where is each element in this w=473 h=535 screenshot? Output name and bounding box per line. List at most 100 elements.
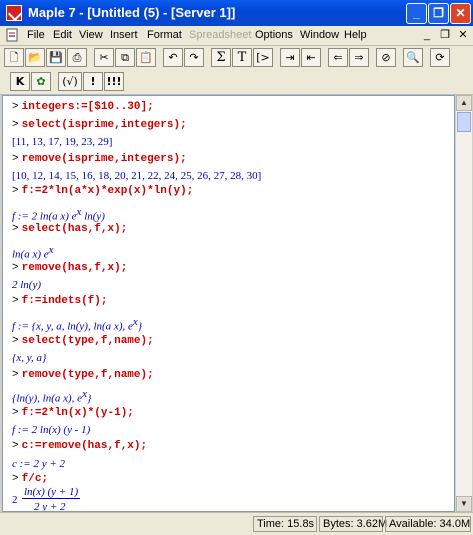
output-superscript: x — [48, 244, 54, 256]
prompt: > — [12, 369, 19, 381]
input-text[interactable]: remove(isprime,integers); — [22, 153, 187, 165]
input-line[interactable]: > f:=2*ln(a*x)*exp(x)*ln(y); — [12, 184, 193, 197]
menu-options[interactable]: Options — [255, 29, 293, 41]
cut-icon[interactable]: ✂ — [94, 48, 114, 67]
input-line[interactable]: > f:=indets(f); — [12, 294, 108, 307]
menu-view[interactable]: View — [79, 29, 103, 41]
input-text[interactable]: integers:=[$10..30]; — [22, 101, 154, 113]
prompt: > — [12, 335, 19, 347]
input-line[interactable]: > select(isprime,integers); — [12, 118, 187, 131]
output-line: f := 2 ln(a x) ex ln(y) — [12, 206, 105, 223]
input-line[interactable]: > f:=2*ln(x)*(y-1); — [12, 406, 134, 419]
forward-arrow-icon[interactable]: ⇒ — [349, 48, 369, 67]
output-line: {ln(y), ln(a x), ex} — [12, 388, 91, 405]
menu-window[interactable]: Window — [300, 29, 339, 41]
mdi-minimize-icon[interactable]: _ — [420, 28, 434, 42]
vertical-scrollbar[interactable]: ▲ ▼ — [455, 95, 472, 512]
k-button[interactable]: K — [10, 72, 30, 91]
output-text: f := 2 ln(x) (y - 1) — [12, 424, 91, 436]
new-file-icon[interactable]: 🗋 — [4, 48, 24, 67]
restore-button[interactable]: ❐ — [428, 3, 449, 24]
redo-icon[interactable]: ↷ — [184, 48, 204, 67]
input-text[interactable]: select(type,f,name); — [22, 335, 154, 347]
menu-format[interactable]: Format — [147, 29, 182, 41]
back-arrow-icon[interactable]: ⇐ — [328, 48, 348, 67]
input-line[interactable]: > remove(type,f,name); — [12, 368, 154, 381]
open-file-icon[interactable]: 📂 — [25, 48, 45, 67]
input-text[interactable]: f:=indets(f); — [22, 295, 108, 307]
output-line: ln(a x) ex — [12, 244, 54, 261]
maple-logo-icon — [6, 5, 22, 21]
output-text: {x, y, a} — [12, 352, 47, 364]
input-line[interactable]: > f/c; — [12, 472, 48, 485]
mdi-close-icon[interactable]: ✕ — [456, 28, 470, 42]
scroll-up-icon[interactable]: ▲ — [456, 95, 472, 111]
input-text[interactable]: remove(type,f,name); — [22, 369, 154, 381]
input-line[interactable]: > c:=remove(has,f,x); — [12, 439, 147, 452]
input-line[interactable]: > select(has,f,x); — [12, 222, 127, 235]
output-line: c := 2 y + 2 — [12, 458, 65, 470]
input-text[interactable]: select(has,f,x); — [22, 223, 128, 235]
menu-edit[interactable]: Edit — [53, 29, 72, 41]
save-icon[interactable]: 💾 — [46, 48, 66, 67]
stop-icon[interactable]: ⊘ — [376, 48, 396, 67]
input-line[interactable]: > integers:=[$10..30]; — [12, 100, 154, 113]
output-text: f := 2 ln(a x) e — [12, 210, 77, 223]
close-button[interactable]: ✕ — [450, 3, 471, 24]
undo-icon[interactable]: ↶ — [163, 48, 183, 67]
input-text[interactable]: c:=remove(has,f,x); — [22, 440, 147, 452]
sum-icon[interactable]: Σ — [211, 48, 231, 67]
output-tail: ln(y) — [81, 210, 105, 223]
input-line[interactable]: > select(type,f,name); — [12, 334, 154, 347]
print-icon[interactable]: ⎙ — [67, 48, 87, 67]
output-line: [10, 12, 14, 15, 16, 18, 20, 21, 22, 24,… — [12, 170, 261, 182]
text-icon[interactable]: T — [232, 48, 252, 67]
scroll-thumb[interactable] — [457, 112, 471, 132]
status-bytes: Bytes: 3.62M — [319, 516, 387, 532]
zoom-icon[interactable]: 🔍 — [403, 48, 423, 67]
worksheet[interactable]: > integers:=[$10..30]; > select(isprime,… — [2, 95, 455, 512]
input-text[interactable]: f:=2*ln(a*x)*exp(x)*ln(y); — [22, 185, 194, 197]
main-toolbar: 🗋 📂 💾 ⎙ ✂ ⧉ 📋 ↶ ↷ Σ T [> ⇥ ⇤ ⇐ ⇒ ⊘ 🔍 ⟳ — [0, 46, 473, 71]
output-tail: } — [137, 320, 143, 333]
menu-spreadsheet: Spreadsheet — [189, 29, 252, 41]
outdent-icon[interactable]: ⇤ — [301, 48, 321, 67]
paren-button[interactable]: (√) — [58, 72, 82, 91]
maple-leaf-icon[interactable]: ✿ — [31, 72, 51, 91]
title-bar: Maple 7 - [Untitled (5) - [Server 1]] _ … — [0, 0, 473, 26]
menu-insert[interactable]: Insert — [110, 29, 138, 41]
status-bar: Time: 15.8s Bytes: 3.62M Available: 34.0… — [0, 512, 473, 535]
menu-file[interactable]: File — [27, 29, 45, 41]
document-icon[interactable] — [5, 28, 19, 42]
input-line[interactable]: > remove(has,f,x); — [12, 261, 127, 274]
indent-icon[interactable]: ⇥ — [280, 48, 300, 67]
prompt: > — [12, 153, 19, 165]
copy-icon[interactable]: ⧉ — [115, 48, 135, 67]
input-text[interactable]: remove(has,f,x); — [22, 262, 128, 274]
input-text[interactable]: select(isprime,integers); — [22, 119, 187, 131]
output-line: 2 ln(y) — [12, 279, 41, 291]
output-text: f := {x, y, a, ln(y), ln(a x), e — [12, 320, 133, 333]
minimize-button[interactable]: _ — [406, 3, 427, 24]
menu-help[interactable]: Help — [344, 29, 367, 41]
prompt: > — [12, 262, 19, 274]
input-text[interactable]: f/c; — [22, 473, 48, 485]
prompt: > — [12, 295, 19, 307]
output-text: c := 2 y + 2 — [12, 458, 66, 470]
paste-icon[interactable]: 📋 — [136, 48, 156, 67]
prompt-icon[interactable]: [> — [253, 48, 273, 67]
output-line: f := 2 ln(x) (y - 1) — [12, 424, 90, 436]
input-text[interactable]: f:=2*ln(x)*(y-1); — [22, 407, 134, 419]
output-line: [11, 13, 17, 19, 23, 29] — [12, 136, 112, 148]
fraction-denominator: 2 y + 2 — [34, 501, 66, 512]
output-text: 2 ln(y) — [12, 279, 42, 291]
scroll-down-icon[interactable]: ▼ — [456, 496, 472, 512]
input-line[interactable]: > remove(isprime,integers); — [12, 152, 187, 165]
menu-bar: File Edit View Insert Format Spreadsheet… — [0, 26, 473, 46]
execute-button[interactable]: ! — [83, 72, 103, 91]
mdi-restore-icon[interactable]: ❐ — [438, 28, 452, 42]
prompt: > — [12, 440, 19, 452]
restart-icon[interactable]: ⟳ — [430, 48, 450, 67]
execute-all-button[interactable]: !!! — [104, 72, 124, 91]
window-title: Maple 7 - [Untitled (5) - [Server 1]] — [28, 5, 236, 20]
